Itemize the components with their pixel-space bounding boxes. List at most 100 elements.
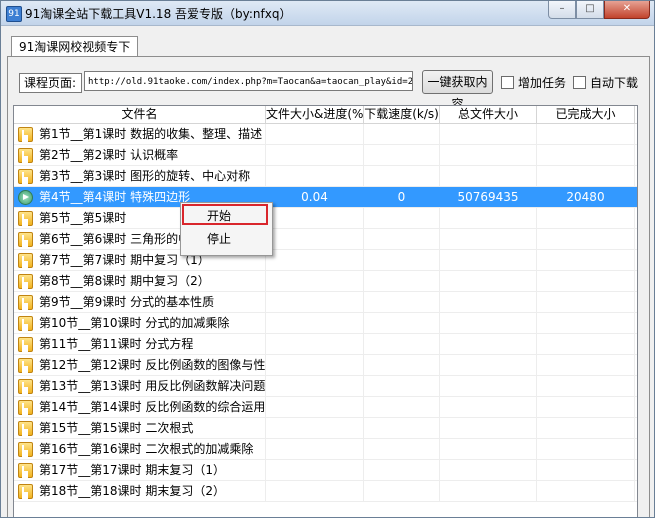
cell-total-size xyxy=(440,292,537,312)
cell-speed xyxy=(364,166,440,186)
cell-total-size xyxy=(440,439,537,459)
table-row[interactable]: 第14节__第14课时 反比例函数的综合运用 xyxy=(14,397,637,418)
cell-filename: 第8节__第8课时 期中复习（2） xyxy=(14,271,266,291)
cell-done-size xyxy=(537,481,635,501)
table-row[interactable]: 第2节__第2课时 认识概率 xyxy=(14,145,637,166)
file-icon xyxy=(18,210,33,226)
table-row[interactable]: 第3节__第3课时 图形的旋转、中心对称 xyxy=(14,166,637,187)
row-filename-text: 第9节__第9课时 分式的基本性质 xyxy=(39,295,215,309)
cell-filename: 第2节__第2课时 认识概率 xyxy=(14,145,266,165)
cell-speed xyxy=(364,313,440,333)
cell-speed xyxy=(364,334,440,354)
window-title: 91淘课全站下载工具V1.18 吾爱专版（by:nfxq） xyxy=(25,7,292,21)
title-bar[interactable]: 91 91淘课全站下载工具V1.18 吾爱专版（by:nfxq） – □ ✕ xyxy=(1,1,654,26)
download-list[interactable]: 文件名 文件大小&进度(%) 下载速度(k/s) 总文件大小 已完成大小 第1节… xyxy=(13,105,638,517)
row-filename-text: 第13节__第13课时 用反比例函数解决问题 xyxy=(39,379,266,393)
cell-filename: 第1节__第1课时 数据的收集、整理、描述 xyxy=(14,124,266,144)
list-rows: 第1节__第1课时 数据的收集、整理、描述第2节__第2课时 认识概率第3节__… xyxy=(14,124,637,502)
cell-progress xyxy=(266,460,364,480)
cell-progress xyxy=(266,271,364,291)
checkbox-box[interactable] xyxy=(573,76,586,89)
cell-progress xyxy=(266,355,364,375)
table-row[interactable]: 第1节__第1课时 数据的收集、整理、描述 xyxy=(14,124,637,145)
table-row[interactable]: 第10节__第10课时 分式的加减乘除 xyxy=(14,313,637,334)
cell-speed xyxy=(364,250,440,270)
cell-progress xyxy=(266,292,364,312)
table-row[interactable]: 第16节__第16课时 二次根式的加减乘除 xyxy=(14,439,637,460)
table-row[interactable]: 第7节__第7课时 期中复习（1） xyxy=(14,250,637,271)
cell-done-size xyxy=(537,460,635,480)
table-row[interactable]: 第6节__第6课时 三角形的中位 xyxy=(14,229,637,250)
row-filename-text: 第12节__第12课时 反比例函数的图像与性质 xyxy=(39,358,266,372)
cell-total-size xyxy=(440,313,537,333)
cell-done-size xyxy=(537,418,635,438)
cell-progress xyxy=(266,208,364,228)
table-row[interactable]: 第17节__第17课时 期末复习（1） xyxy=(14,460,637,481)
app-icon: 91 xyxy=(6,6,22,22)
column-total-size[interactable]: 总文件大小 xyxy=(440,106,537,123)
cell-progress xyxy=(266,397,364,417)
row-filename-text: 第18节__第18课时 期末复习（2） xyxy=(39,484,225,498)
cell-filename: 第16节__第16课时 二次根式的加减乘除 xyxy=(14,439,266,459)
add-task-label: 增加任务 xyxy=(518,76,567,90)
file-icon xyxy=(18,231,33,247)
table-row[interactable]: 第12节__第12课时 反比例函数的图像与性质 xyxy=(14,355,637,376)
file-icon xyxy=(18,315,33,331)
cell-filename: 第11节__第11课时 分式方程 xyxy=(14,334,266,354)
table-row[interactable]: 第13节__第13课时 用反比例函数解决问题 xyxy=(14,376,637,397)
cell-total-size xyxy=(440,397,537,417)
file-icon xyxy=(18,126,33,142)
cell-total-size xyxy=(440,376,537,396)
column-speed[interactable]: 下载速度(k/s) xyxy=(364,106,440,123)
tab-video-download[interactable]: 91淘课网校视频专下 xyxy=(11,36,139,57)
cell-filename: 第3节__第3课时 图形的旋转、中心对称 xyxy=(14,166,266,186)
row-filename-text: 第14节__第14课时 反比例函数的综合运用 xyxy=(39,400,266,414)
column-progress[interactable]: 文件大小&进度(%) xyxy=(266,106,364,123)
cell-done-size xyxy=(537,313,635,333)
close-button[interactable]: ✕ xyxy=(604,1,650,19)
add-task-checkbox[interactable]: 增加任务 xyxy=(501,74,566,91)
cell-speed xyxy=(364,145,440,165)
window-controls: – □ ✕ xyxy=(548,1,650,19)
table-row[interactable]: 第8节__第8课时 期中复习（2） xyxy=(14,271,637,292)
column-done-size[interactable]: 已完成大小 xyxy=(537,106,635,123)
cell-total-size xyxy=(440,418,537,438)
row-filename-text: 第1节__第1课时 数据的收集、整理、描述 xyxy=(39,127,263,141)
cell-progress xyxy=(266,145,364,165)
checkbox-box[interactable] xyxy=(501,76,514,89)
table-row[interactable]: 第18节__第18课时 期末复习（2） xyxy=(14,481,637,502)
table-row[interactable]: 第15节__第15课时 二次根式 xyxy=(14,418,637,439)
maximize-button[interactable]: □ xyxy=(576,1,604,19)
cell-progress xyxy=(266,166,364,186)
file-icon xyxy=(18,168,33,184)
cell-total-size xyxy=(440,229,537,249)
menu-item-stop[interactable]: 停止 xyxy=(183,229,270,250)
minimize-button[interactable]: – xyxy=(548,1,576,19)
cell-filename: 第12节__第12课时 反比例函数的图像与性质 xyxy=(14,355,266,375)
cell-done-size xyxy=(537,166,635,186)
table-row[interactable]: 第9节__第9课时 分式的基本性质 xyxy=(14,292,637,313)
file-icon xyxy=(18,420,33,436)
cell-total-size xyxy=(440,271,537,291)
table-row[interactable]: 第4节__第4课时 特殊四边形 0.04 0 50769435 20480 xyxy=(14,187,637,208)
cell-speed xyxy=(364,418,440,438)
row-filename-text: 第3节__第3课时 图形的旋转、中心对称 xyxy=(39,169,251,183)
column-filename[interactable]: 文件名 xyxy=(14,106,266,123)
file-icon xyxy=(18,441,33,457)
cell-progress xyxy=(266,439,364,459)
row-filename-text: 第15节__第15课时 二次根式 xyxy=(39,421,194,435)
cell-done-size xyxy=(537,145,635,165)
cell-total-size xyxy=(440,145,537,165)
row-filename-text: 第6节__第6课时 三角形的中位 xyxy=(39,232,203,246)
table-row[interactable]: 第5节__第5课时 xyxy=(14,208,637,229)
course-url-input[interactable]: http://old.91taoke.com/index.php?m=Taoca… xyxy=(84,71,413,91)
cell-done-size xyxy=(537,397,635,417)
table-row[interactable]: 第11节__第11课时 分式方程 xyxy=(14,334,637,355)
cell-total-size: 50769435 xyxy=(440,187,537,207)
fetch-content-button[interactable]: 一键获取内容 xyxy=(422,70,493,111)
auto-download-checkbox[interactable]: 自动下载 xyxy=(573,74,638,91)
cell-speed xyxy=(364,292,440,312)
file-icon xyxy=(18,399,33,415)
row-filename-text: 第11节__第11课时 分式方程 xyxy=(39,337,194,351)
cell-done-size: 20480 xyxy=(537,187,635,207)
